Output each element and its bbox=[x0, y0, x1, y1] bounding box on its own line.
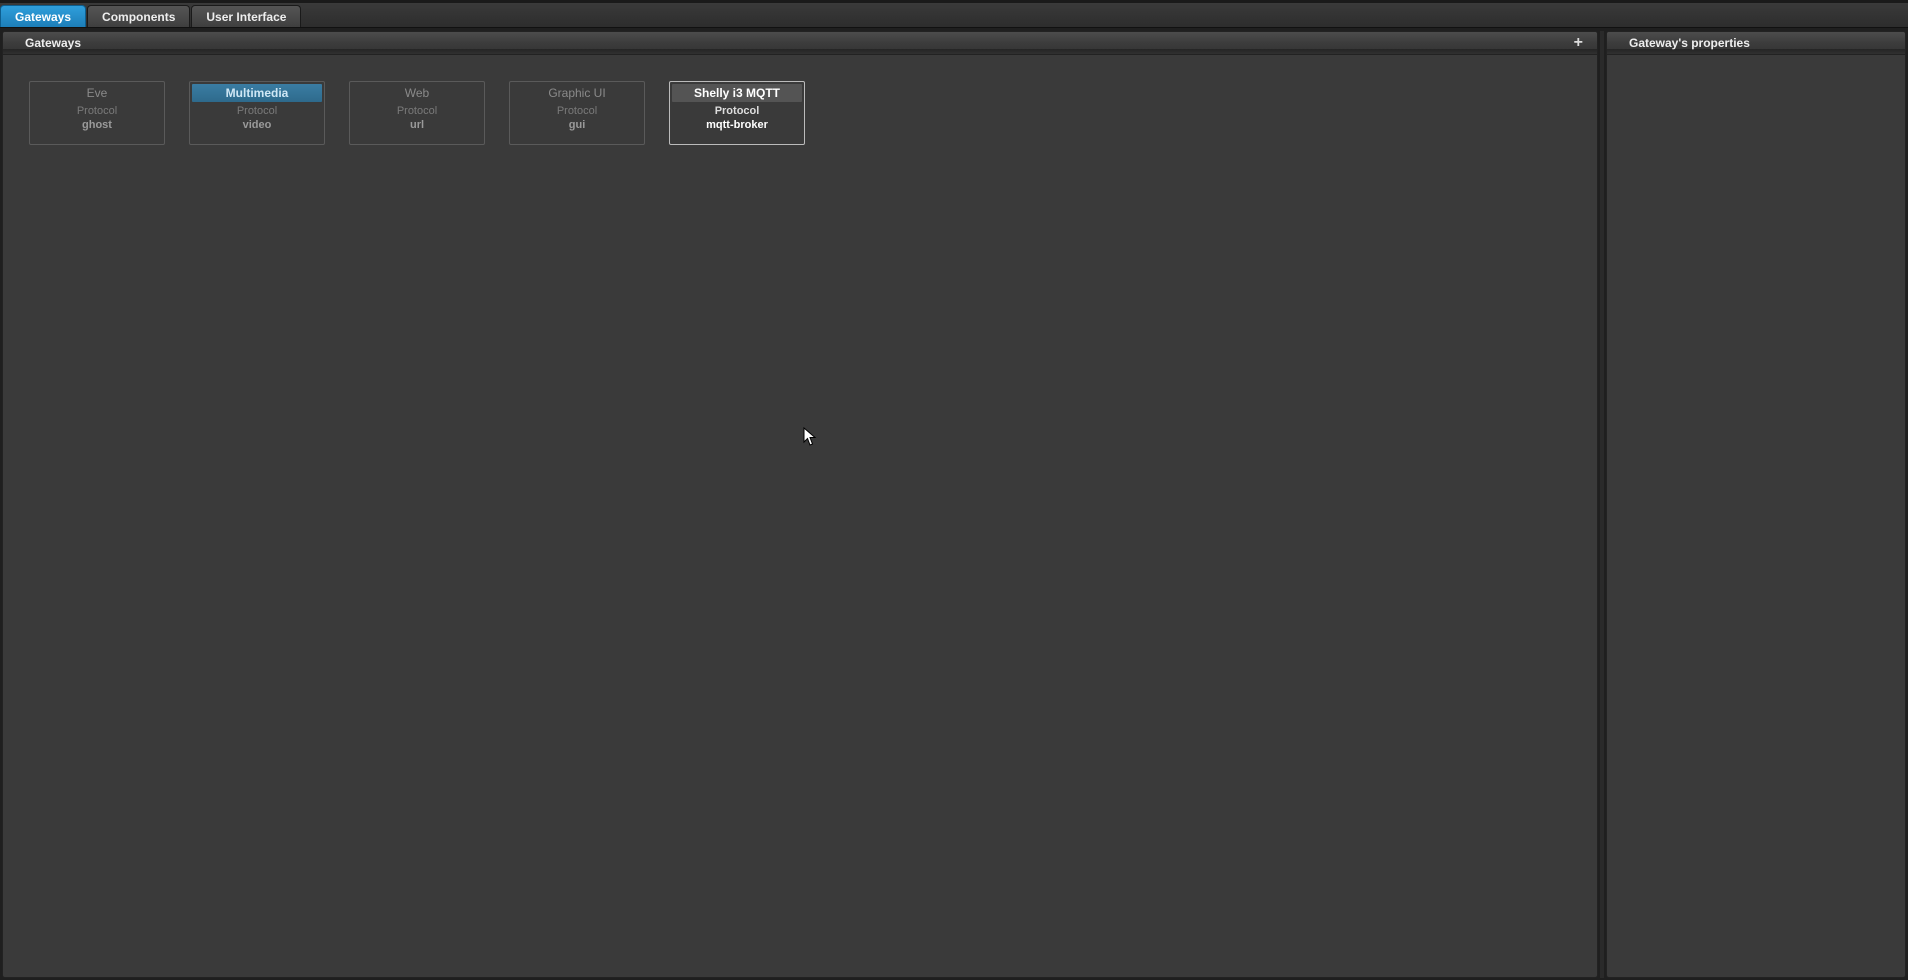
gateway-card-graphic-ui[interactable]: Graphic UI Protocol gui bbox=[509, 81, 645, 145]
gateway-protocol-value: ghost bbox=[82, 119, 112, 131]
cursor-icon bbox=[803, 427, 817, 447]
gateways-panel-header: Gateways + bbox=[3, 32, 1597, 55]
main-layout: Gateways + Eve Protocol ghost Multimedia… bbox=[0, 28, 1908, 980]
gateway-protocol-value: url bbox=[410, 119, 424, 131]
gateway-protocol-label: Protocol bbox=[715, 105, 760, 117]
gateway-protocol-value: video bbox=[243, 119, 272, 131]
tab-components[interactable]: Components bbox=[87, 5, 190, 27]
gateway-card-multimedia[interactable]: Multimedia Protocol video bbox=[189, 81, 325, 145]
gateway-title: Shelly i3 MQTT bbox=[672, 84, 802, 102]
panel-splitter[interactable] bbox=[1600, 31, 1604, 978]
gateway-protocol-value: mqtt-broker bbox=[706, 119, 768, 131]
properties-panel-header: Gateway's properties bbox=[1607, 32, 1905, 55]
gateway-protocol-value: gui bbox=[569, 119, 586, 131]
gateway-title: Graphic UI bbox=[512, 84, 642, 102]
gateways-panel-title: Gateways bbox=[25, 36, 81, 50]
gateway-card-eve[interactable]: Eve Protocol ghost bbox=[29, 81, 165, 145]
tab-user-interface[interactable]: User Interface bbox=[191, 5, 301, 27]
gateways-panel: Gateways + Eve Protocol ghost Multimedia… bbox=[2, 31, 1598, 978]
gateway-card-shelly-mqtt[interactable]: Shelly i3 MQTT Protocol mqtt-broker bbox=[669, 81, 805, 145]
gateway-protocol-label: Protocol bbox=[397, 105, 437, 117]
gateway-card-web[interactable]: Web Protocol url bbox=[349, 81, 485, 145]
add-gateway-button[interactable]: + bbox=[1570, 36, 1587, 50]
properties-panel-body bbox=[1607, 55, 1905, 977]
properties-panel: Gateway's properties bbox=[1606, 31, 1906, 978]
gateway-protocol-label: Protocol bbox=[557, 105, 597, 117]
gateway-protocol-label: Protocol bbox=[77, 105, 117, 117]
gateway-title: Eve bbox=[32, 84, 162, 102]
properties-panel-title: Gateway's properties bbox=[1629, 36, 1750, 50]
gateway-title: Multimedia bbox=[192, 84, 322, 102]
tab-gateways[interactable]: Gateways bbox=[0, 5, 86, 27]
gateway-title: Web bbox=[352, 84, 482, 102]
tabs-row: Gateways Components User Interface bbox=[0, 3, 1908, 28]
gateway-protocol-label: Protocol bbox=[237, 105, 277, 117]
gateways-panel-body: Eve Protocol ghost Multimedia Protocol v… bbox=[3, 55, 1597, 977]
